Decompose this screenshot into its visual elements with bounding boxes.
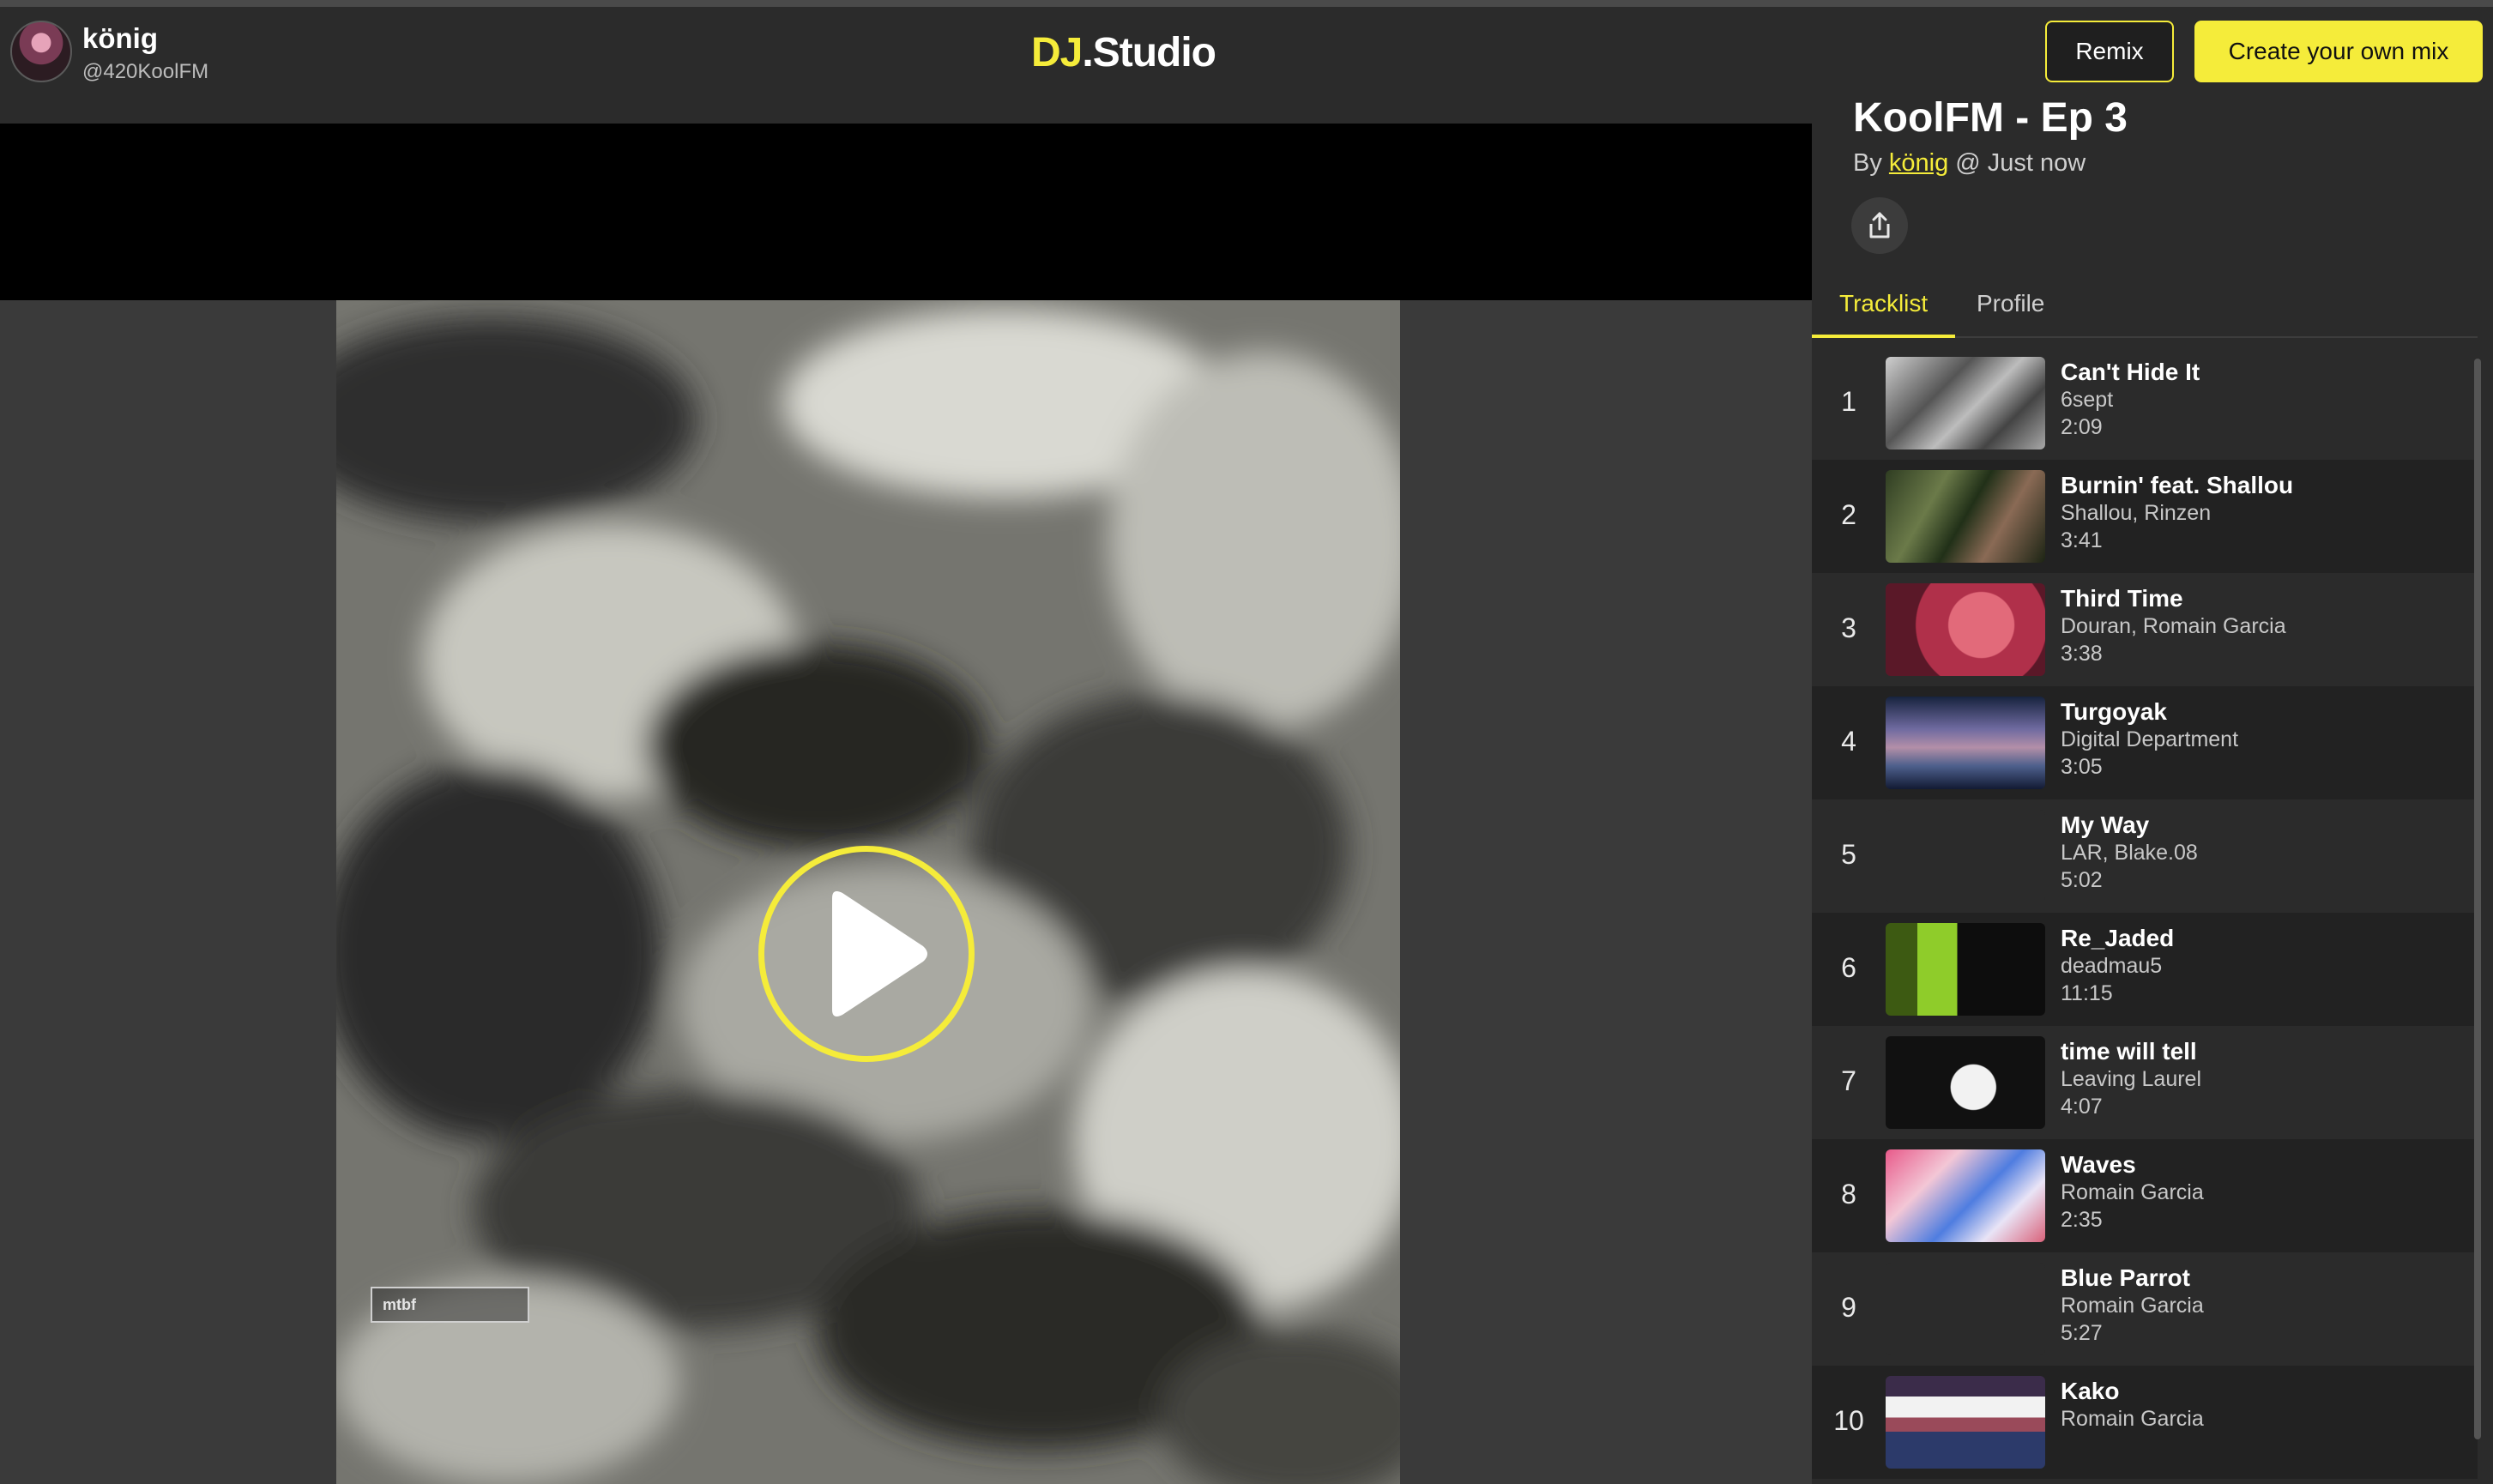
track-duration: 5:02 — [2061, 868, 2103, 892]
track-number: 3 — [1841, 612, 1856, 643]
track-number: 10 — [1833, 1405, 1864, 1436]
cover-label-badge: mtbf — [371, 1287, 529, 1323]
track-row[interactable]: 8 Waves Romain Garcia 2:35 — [1812, 1139, 2478, 1252]
track-title: My Way — [2061, 811, 2150, 838]
track-artwork — [1886, 470, 2045, 563]
track-title: Re_Jaded — [2061, 925, 2175, 951]
track-duration: 5:27 — [2061, 1321, 2103, 1345]
mix-info-panel: KoolFM - Ep 3 By könig @ Just now Trackl… — [1812, 82, 2493, 1479]
mix-meta: By könig @ Just now — [1853, 149, 2086, 178]
track-number: 1 — [1841, 386, 1856, 417]
track-duration: 4:07 — [2061, 1095, 2103, 1119]
track-artist: Digital Department — [2061, 727, 2239, 751]
track-duration: 11:15 — [2061, 981, 2113, 1005]
share-icon — [1869, 212, 1890, 238]
track-title: Third Time — [2061, 585, 2183, 612]
panel-tabs: Tracklist Profile — [1812, 281, 2478, 338]
track-artwork — [1886, 923, 2045, 1016]
track-row[interactable]: 9 Blue Parrot Romain Garcia 5:27 — [1812, 1252, 2478, 1366]
tracklist: 1 Can't Hide It 6sept 2:09 2 Burnin' fea… — [1812, 347, 2478, 1479]
track-artist: Romain Garcia — [2061, 1294, 2204, 1318]
track-number: 6 — [1841, 952, 1856, 983]
track-artwork — [1886, 1376, 2045, 1469]
by-prefix: By — [1853, 149, 1889, 177]
track-number: 8 — [1841, 1179, 1856, 1210]
logo-studio: .Studio — [1082, 30, 1216, 75]
track-row[interactable]: 1 Can't Hide It 6sept 2:09 — [1812, 347, 2478, 460]
track-number: 2 — [1841, 499, 1856, 530]
track-artist: Shallou, Rinzen — [2061, 501, 2212, 525]
track-artwork — [1886, 697, 2045, 789]
track-title: Waves — [2061, 1151, 2136, 1178]
track-title: Kako — [2061, 1378, 2120, 1404]
track-artwork — [1886, 1263, 2045, 1355]
track-artwork — [1886, 810, 2045, 902]
track-number: 5 — [1841, 839, 1856, 870]
user-name[interactable]: könig — [82, 22, 158, 55]
avatar[interactable] — [10, 21, 72, 82]
track-title: Burnin' feat. Shallou — [2061, 472, 2294, 498]
track-artist: LAR, Blake.08 — [2061, 841, 2198, 865]
track-row[interactable]: 6 Re_Jaded deadmau5 11:15 — [1812, 913, 2478, 1026]
track-artist: Romain Garcia — [2061, 1180, 2204, 1204]
track-row[interactable]: 4 Turgoyak Digital Department 3:05 — [1812, 686, 2478, 799]
track-artwork — [1886, 583, 2045, 676]
track-artwork — [1886, 357, 2045, 449]
video-player[interactable]: mtbf — [0, 124, 1812, 1484]
track-row[interactable]: 3 Third Time Douran, Romain Garcia 3:38 — [1812, 573, 2478, 686]
track-duration: 2:35 — [2061, 1208, 2103, 1232]
user-handle: @420KoolFM — [82, 60, 209, 83]
video-stage: mtbf — [0, 300, 1812, 1484]
track-title: Can't Hide It — [2061, 359, 2200, 385]
track-row[interactable]: 7 time will tell Leaving Laurel 4:07 — [1812, 1026, 2478, 1139]
track-artist: 6sept — [2061, 388, 2114, 412]
play-button[interactable] — [758, 846, 975, 1062]
track-artist: deadmau5 — [2061, 954, 2163, 978]
track-artwork — [1886, 1036, 2045, 1129]
track-number: 9 — [1841, 1292, 1856, 1323]
play-icon — [832, 891, 927, 1016]
logo-dj: DJ — [1031, 30, 1083, 75]
track-duration: 3:38 — [2061, 642, 2103, 666]
window-top-border — [0, 0, 2493, 7]
track-row[interactable]: 5 My Way LAR, Blake.08 5:02 — [1812, 799, 2478, 913]
track-title: time will tell — [2061, 1038, 2197, 1065]
track-duration: 3:05 — [2061, 755, 2103, 779]
track-duration: 2:09 — [2061, 415, 2103, 439]
dj-studio-logo[interactable]: DJ.Studio — [1031, 29, 1216, 77]
track-artist: Leaving Laurel — [2061, 1067, 2202, 1091]
remix-button[interactable]: Remix — [2045, 21, 2174, 82]
create-mix-button[interactable]: Create your own mix — [2194, 21, 2483, 82]
track-number: 4 — [1841, 726, 1856, 757]
track-duration: 3:41 — [2061, 528, 2103, 552]
share-button[interactable] — [1851, 197, 1908, 254]
tracklist-scrollbar[interactable] — [2474, 359, 2481, 1439]
track-row[interactable]: 2 Burnin' feat. Shallou Shallou, Rinzen … — [1812, 460, 2478, 573]
published-time: @ Just now — [1948, 149, 2086, 177]
author-link[interactable]: könig — [1889, 149, 1948, 177]
track-number: 7 — [1841, 1065, 1856, 1096]
tab-tracklist[interactable]: Tracklist — [1812, 290, 1956, 338]
track-artwork — [1886, 1149, 2045, 1242]
track-row[interactable]: 10 Kako Romain Garcia — [1812, 1366, 2478, 1479]
track-artist: Douran, Romain Garcia — [2061, 614, 2286, 638]
track-title: Blue Parrot — [2061, 1264, 2190, 1291]
tab-profile[interactable]: Profile — [1949, 290, 2072, 338]
track-artist: Romain Garcia — [2061, 1407, 2204, 1431]
track-title: Turgoyak — [2061, 698, 2167, 725]
mix-title: KoolFM - Ep 3 — [1853, 95, 2128, 141]
